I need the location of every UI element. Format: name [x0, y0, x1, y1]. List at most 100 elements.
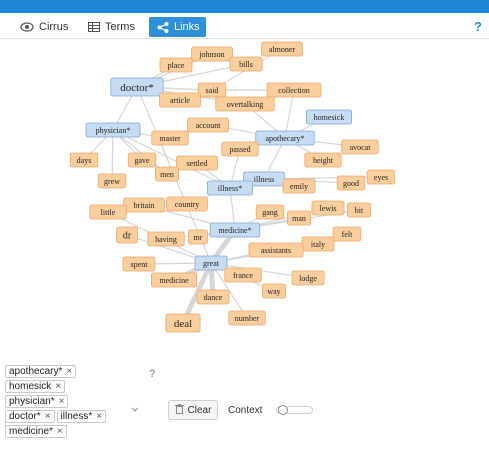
graph-node-medicine2[interactable]: medicine*: [209, 222, 261, 238]
graph-node-country[interactable]: country: [166, 196, 208, 212]
graph-node-lodge[interactable]: lodge: [291, 270, 325, 286]
graph-node-illness2[interactable]: illness*: [206, 180, 253, 196]
share-icon: [157, 21, 169, 33]
keyword-tag: apothecary* ×: [5, 365, 77, 378]
graph-node-label: lodge: [299, 274, 317, 283]
graph-node-label: grew: [104, 177, 120, 186]
links-graph[interactable]: almoner johnson place bills doctor* said colle…: [0, 40, 489, 340]
graph-node-label: bit: [355, 206, 364, 215]
graph-node-place[interactable]: place: [159, 57, 193, 73]
remove-tag-icon[interactable]: ×: [66, 365, 72, 378]
graph-node-label: great: [203, 259, 220, 268]
graph-node-height[interactable]: height: [304, 152, 342, 168]
graph-node-deal[interactable]: deal: [165, 313, 201, 333]
graph-node-italy[interactable]: italy: [301, 236, 335, 252]
graph-node-label: men: [160, 170, 174, 179]
graph-node-gang[interactable]: gang: [255, 204, 285, 220]
keyword-tag: physician* ×: [5, 395, 69, 408]
graph-node-medicine[interactable]: medicine: [150, 272, 197, 288]
graph-node-label: apothecary*: [265, 134, 304, 143]
tab-bar: Cirrus Terms Links: [0, 13, 489, 39]
context-slider-thumb[interactable]: [278, 405, 288, 415]
graph-node-passed[interactable]: passed: [221, 141, 259, 157]
graph-node-article[interactable]: article: [159, 92, 201, 108]
chevron-down-icon[interactable]: [131, 405, 139, 416]
graph-node-account[interactable]: account: [187, 117, 229, 133]
graph-node-little[interactable]: little: [89, 204, 127, 220]
remove-tag-icon[interactable]: ×: [45, 410, 51, 423]
graph-node-men[interactable]: men: [154, 166, 179, 182]
graph-node-label: gave: [134, 156, 150, 165]
keyword-tag-label: homesick: [9, 381, 52, 392]
graph-node-label: mr: [194, 233, 203, 242]
graph-link-physician-grew: [111, 129, 114, 182]
clear-label: Clear: [187, 404, 212, 416]
graph-node-bills[interactable]: bills: [229, 56, 263, 72]
graph-node-number[interactable]: number: [228, 310, 266, 326]
graph-node-apothecary[interactable]: apothecary*: [255, 130, 315, 146]
graph-node-felt[interactable]: felt: [332, 226, 362, 242]
remove-tag-icon[interactable]: ×: [57, 425, 63, 438]
tab-terms[interactable]: Terms: [80, 17, 143, 37]
graph-node-label: master: [159, 134, 181, 143]
graph-node-grew[interactable]: grew: [97, 173, 127, 189]
keyword-tag-label: doctor*: [9, 411, 41, 422]
keyword-tag-label: illness*: [60, 411, 93, 422]
tab-links[interactable]: Links: [149, 17, 206, 37]
graph-node-emily[interactable]: emily: [282, 178, 316, 194]
graph-node-label: eyes: [374, 173, 388, 182]
graph-node-assistants[interactable]: assistants: [248, 242, 304, 258]
graph-node-great[interactable]: great: [194, 255, 228, 271]
tag-row: medicine* ×: [5, 425, 155, 440]
graph-node-eyes[interactable]: eyes: [366, 169, 396, 185]
graph-node-label: place: [168, 61, 185, 70]
help-button[interactable]: ?: [474, 19, 482, 34]
graph-node-settled[interactable]: settled: [176, 155, 218, 171]
graph-node-spent[interactable]: spent: [122, 256, 156, 272]
graph-node-said[interactable]: said: [197, 82, 227, 98]
graph-node-label: gang: [262, 208, 278, 217]
graph-node-dr[interactable]: dr: [116, 226, 138, 244]
graph-node-man[interactable]: man: [286, 210, 311, 226]
graph-node-overtalking[interactable]: overtalking: [215, 96, 275, 112]
graph-node-days[interactable]: days: [69, 152, 99, 168]
graph-node-good[interactable]: good: [336, 175, 366, 191]
graph-node-johnson[interactable]: johnson: [191, 46, 233, 62]
remove-tag-icon[interactable]: ×: [59, 395, 65, 408]
graph-node-britain[interactable]: britain: [123, 197, 165, 213]
graph-node-lewis[interactable]: lewis: [311, 200, 345, 216]
graph-node-label: dr: [123, 231, 132, 242]
graph-node-label: man: [292, 214, 306, 223]
graph-node-doctor[interactable]: doctor*: [110, 77, 164, 97]
remove-tag-icon[interactable]: ×: [55, 380, 61, 393]
graph-node-label: account: [196, 121, 222, 130]
graph-node-mr[interactable]: mr: [188, 229, 208, 245]
graph-node-having[interactable]: having: [147, 231, 185, 247]
graph-node-gave[interactable]: gave: [127, 152, 157, 168]
tab-cirrus[interactable]: Cirrus: [12, 17, 76, 37]
graph-node-collection[interactable]: collection: [266, 82, 322, 98]
graph-node-label: emily: [290, 182, 308, 191]
clear-button[interactable]: Clear: [168, 400, 218, 420]
graph-node-almoner[interactable]: almoner: [261, 41, 303, 57]
graph-node-france[interactable]: france: [224, 267, 262, 283]
graph-node-label: overtalking: [227, 100, 263, 109]
graph-node-way[interactable]: way: [261, 283, 286, 299]
graph-node-dance[interactable]: dance: [196, 289, 230, 305]
graph-node-label: article: [170, 96, 190, 105]
filter-help-icon[interactable]: ?: [149, 368, 156, 380]
keyword-tag: medicine* ×: [5, 425, 67, 438]
graph-node-master[interactable]: master: [151, 130, 189, 146]
graph-node-label: assistants: [261, 246, 291, 255]
graph-node-homesick[interactable]: homesick: [305, 109, 352, 125]
graph-node-avocat[interactable]: avocat: [341, 139, 379, 155]
graph-node-bit[interactable]: bit: [346, 202, 371, 218]
graph-node-label: way: [267, 287, 280, 296]
remove-tag-icon[interactable]: ×: [96, 410, 102, 423]
keyword-filter: apothecary* × homesick × physician* × doctor* ×…: [5, 365, 155, 440]
context-slider[interactable]: [276, 405, 313, 415]
graph-node-label: medicine*: [218, 226, 251, 235]
context-label: Context: [228, 405, 263, 416]
graph-node-physician[interactable]: physician*: [85, 122, 141, 138]
graph-node-label: medicine: [159, 276, 189, 285]
